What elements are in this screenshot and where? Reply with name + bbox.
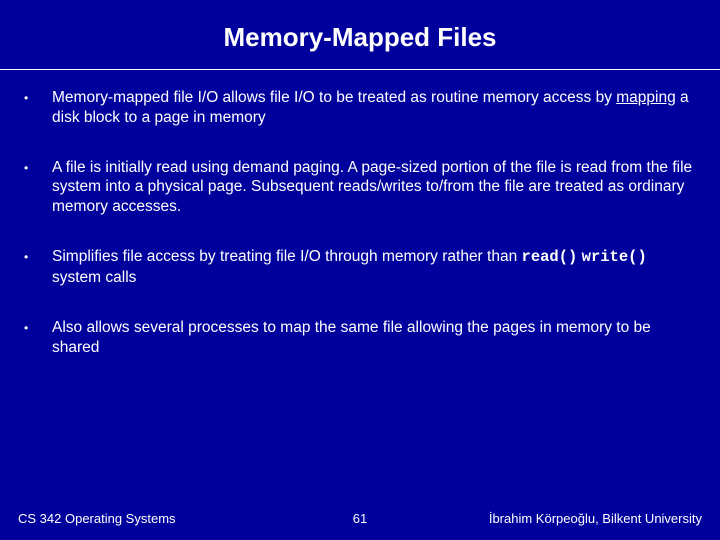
footer-right: İbrahim Körpeoğlu, Bilkent University [489, 511, 702, 526]
bullet-icon: • [24, 318, 52, 358]
list-item: • Also allows several processes to map t… [24, 318, 696, 358]
text-code: write() [582, 248, 647, 266]
text-run: Simplifies file access by treating file … [52, 248, 522, 265]
bullet-icon: • [24, 247, 52, 288]
footer-page-number: 61 [353, 511, 367, 526]
bullet-text: A file is initially read using demand pa… [52, 158, 696, 217]
slide-body: • Memory-mapped file I/O allows file I/O… [0, 70, 720, 357]
bullet-text: Memory-mapped file I/O allows file I/O t… [52, 88, 696, 128]
slide-footer: CS 342 Operating Systems 61 İbrahim Körp… [0, 511, 720, 526]
text-underline: mapping [616, 89, 675, 106]
list-item: • A file is initially read using demand … [24, 158, 696, 217]
bullet-text: Also allows several processes to map the… [52, 318, 696, 358]
bullet-icon: • [24, 158, 52, 217]
text-run: system calls [52, 269, 136, 286]
list-item: • Memory-mapped file I/O allows file I/O… [24, 88, 696, 128]
text-code: read() [522, 248, 578, 266]
title-region: Memory-Mapped Files [0, 0, 720, 70]
bullet-list: • Memory-mapped file I/O allows file I/O… [24, 88, 696, 357]
list-item: • Simplifies file access by treating fil… [24, 247, 696, 288]
bullet-icon: • [24, 88, 52, 128]
footer-left: CS 342 Operating Systems [18, 511, 176, 526]
text-run: Memory-mapped file I/O allows file I/O t… [52, 89, 616, 106]
slide-title: Memory-Mapped Files [0, 22, 720, 53]
bullet-text: Simplifies file access by treating file … [52, 247, 696, 288]
